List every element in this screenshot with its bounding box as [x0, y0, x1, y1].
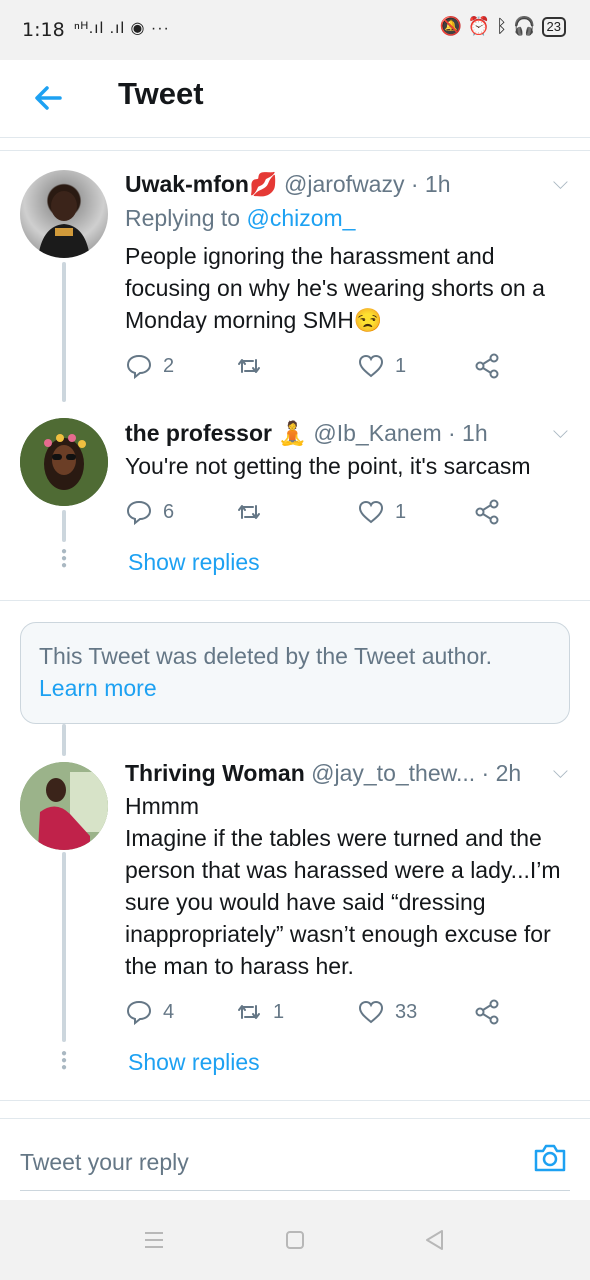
- back-nav-button[interactable]: [422, 1228, 446, 1252]
- author-handle[interactable]: @jarofwazy · 1h: [284, 171, 451, 197]
- tweet-header: Thriving Woman @jay_to_thew... · 2h: [125, 760, 521, 787]
- retweet-button[interactable]: [235, 352, 273, 380]
- bluetooth-icon: ᛒ: [496, 16, 508, 36]
- page-title: Tweet: [118, 76, 204, 111]
- tweet-header: Uwak-mfon💋 @jarofwazy · 1h: [125, 171, 451, 198]
- show-replies-link[interactable]: Show replies: [128, 549, 260, 576]
- system-nav-bar: [0, 1200, 590, 1280]
- mute-icon: 🔕: [439, 16, 462, 36]
- deleted-tweet-text: This Tweet was deleted by the Tweet auth…: [39, 643, 493, 669]
- tweet-header: the professor 🧘 @Ib_Kanem · 1h: [125, 420, 488, 447]
- share-button[interactable]: [473, 498, 501, 526]
- thread-line: [62, 510, 66, 542]
- divider: [0, 1100, 590, 1101]
- author-handle[interactable]: @Ib_Kanem · 1h: [313, 420, 487, 446]
- heart-icon: [358, 1000, 384, 1024]
- thread-line: [62, 724, 66, 756]
- author-name[interactable]: Uwak-mfon💋: [125, 171, 278, 197]
- retweet-button[interactable]: [235, 498, 273, 526]
- back-button[interactable]: [30, 78, 70, 118]
- divider: [0, 600, 590, 601]
- thread-line: [62, 262, 66, 402]
- show-replies-link[interactable]: Show replies: [128, 1049, 260, 1076]
- status-bar: 1:18 ⁿᴴ.ıl .ıl ◉ ··· 🔕 ⏰ ᛒ 🎧 23: [0, 0, 590, 60]
- like-button[interactable]: 33: [357, 998, 417, 1026]
- tweet-actions: 2 1: [125, 352, 565, 382]
- author-name[interactable]: the professor 🧘: [125, 420, 307, 446]
- back-arrow-icon: [35, 86, 62, 110]
- headphones-icon: 🎧: [513, 16, 536, 36]
- divider: [0, 150, 590, 151]
- replying-to-link[interactable]: @chizom_: [246, 205, 355, 231]
- share-button[interactable]: [473, 998, 501, 1026]
- replying-to-label: Replying to: [125, 205, 247, 231]
- reply-input[interactable]: Tweet your reply: [20, 1138, 570, 1191]
- retweet-count: 1: [273, 1000, 285, 1023]
- alarm-icon: ⏰: [467, 16, 491, 36]
- avatar[interactable]: [20, 762, 108, 850]
- tweet-actions: 4 1 33: [125, 998, 565, 1028]
- learn-more-link[interactable]: Learn more: [39, 675, 157, 702]
- retweet-button[interactable]: 1: [235, 998, 284, 1026]
- reply-button[interactable]: 4: [125, 998, 174, 1026]
- tweet-text: People ignoring the harassment and focus…: [125, 243, 545, 333]
- tweet-text-first-line: Hmmm: [125, 793, 200, 819]
- share-icon: [475, 999, 499, 1025]
- status-right-icons: 🔕 ⏰ ᛒ 🎧 23: [439, 16, 566, 37]
- reply-icon: [126, 354, 152, 380]
- camera-icon: [534, 1144, 566, 1172]
- avatar-image: [20, 762, 108, 850]
- like-button[interactable]: 1: [357, 498, 406, 526]
- reply-count: 2: [163, 354, 175, 377]
- thread-dots: ● ● ●: [61, 1048, 68, 1073]
- tweet-text: Imagine if the tables were turned and th…: [125, 825, 561, 979]
- share-icon: [475, 353, 499, 379]
- retweet-icon: [238, 1005, 260, 1019]
- thread-dots: ● ● ●: [61, 546, 68, 571]
- reply-icon: [126, 500, 152, 526]
- replying-to: Replying to @chizom_: [125, 205, 355, 232]
- reply-count: 6: [163, 500, 175, 523]
- like-count: 1: [395, 500, 407, 523]
- reply-icon: [126, 1000, 152, 1026]
- deleted-tweet-notice: This Tweet was deleted by the Tweet auth…: [20, 622, 570, 724]
- status-time: 1:18: [22, 19, 65, 41]
- reply-button[interactable]: 2: [125, 352, 174, 380]
- home-nav-button[interactable]: [283, 1228, 307, 1252]
- home-square-icon: [286, 1231, 304, 1249]
- menu-icon: [145, 1232, 163, 1248]
- retweet-icon: [238, 359, 260, 373]
- retweet-icon: [238, 505, 260, 519]
- share-icon: [475, 499, 499, 525]
- like-button[interactable]: 1: [357, 352, 406, 380]
- author-handle[interactable]: @jay_to_thew... · 2h: [311, 760, 521, 786]
- tweet-actions: 6 1: [125, 498, 565, 528]
- share-button[interactable]: [473, 352, 501, 380]
- reply-count: 4: [163, 1000, 175, 1023]
- avatar-image: [38, 191, 90, 258]
- menu-nav-button[interactable]: [142, 1228, 166, 1252]
- chevron-down-icon[interactable]: ⌵: [553, 761, 568, 784]
- tweet-text: You're not getting the point, it's sarca…: [125, 453, 531, 479]
- thread-line: [62, 852, 66, 1042]
- chevron-down-icon[interactable]: ⌵: [553, 421, 568, 444]
- like-count: 1: [395, 354, 407, 377]
- heart-icon: [358, 500, 384, 524]
- reply-button[interactable]: 6: [125, 498, 174, 526]
- avatar[interactable]: [20, 170, 108, 258]
- header: Tweet: [0, 60, 590, 138]
- chevron-down-icon[interactable]: ⌵: [553, 172, 568, 195]
- author-name[interactable]: Thriving Woman: [125, 760, 305, 786]
- camera-button[interactable]: [532, 1140, 568, 1176]
- status-left-icons: ⁿᴴ.ıl .ıl ◉ ···: [74, 20, 170, 37]
- avatar-image: [20, 418, 108, 506]
- heart-icon: [358, 354, 384, 378]
- avatar[interactable]: [20, 418, 108, 506]
- battery-icon: 23: [541, 16, 566, 37]
- back-triangle-icon: [426, 1230, 443, 1250]
- like-count: 33: [395, 1000, 418, 1023]
